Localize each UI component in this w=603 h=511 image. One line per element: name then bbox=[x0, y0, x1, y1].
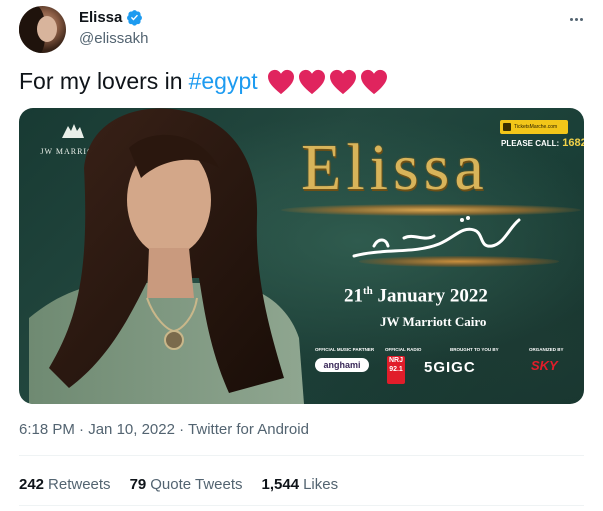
tweet-time[interactable]: 6:18 PM bbox=[19, 421, 75, 438]
nrj-logo: NRJ 92.1 bbox=[387, 356, 405, 384]
ticket-icon bbox=[503, 123, 511, 131]
tweet-media-image[interactable]: JW MARRIOTT TicketsMarche.com PLEASE CAL… bbox=[19, 108, 584, 404]
avatar[interactable] bbox=[19, 6, 66, 53]
please-call: PLEASE CALL:16826 bbox=[501, 137, 584, 149]
anghami-logo: anghami bbox=[315, 358, 369, 372]
heart-emojis bbox=[267, 69, 388, 95]
meta-separator: · bbox=[79, 421, 85, 438]
sponsor-label-organized: ORGANIZED BY bbox=[529, 347, 564, 352]
tweet-stats: 242 Retweets 79 Quote Tweets 1,544 Likes bbox=[19, 476, 338, 493]
please-call-label: PLEASE CALL: bbox=[501, 139, 560, 148]
retweets-count: 242 bbox=[19, 476, 45, 493]
poster-title: Elissa bbox=[301, 131, 489, 204]
likes-count: 1,544 bbox=[261, 476, 300, 493]
nrj-frequency: 92.1 bbox=[389, 366, 403, 373]
artist-portrait bbox=[29, 108, 304, 404]
author-display-name[interactable]: Elissa bbox=[79, 9, 122, 26]
tweet-body: For my lovers in bbox=[19, 68, 183, 94]
event-date-day: 21 bbox=[344, 285, 363, 307]
sponsor-label-brought: BROUGHT TO YOU BY bbox=[450, 347, 499, 352]
retweets-label: Retweets bbox=[48, 476, 111, 493]
tweet-source[interactable]: Twitter for Android bbox=[188, 421, 309, 438]
nrj-logo-text: NRJ bbox=[388, 357, 403, 364]
avatar-face bbox=[37, 16, 57, 42]
gold-glitter-stroke-2 bbox=[359, 256, 559, 267]
meta-separator: · bbox=[179, 421, 185, 438]
author-name-row: Elissa bbox=[79, 9, 143, 26]
sponsor-label-radio: OFFICIAL RADIO bbox=[385, 347, 422, 352]
red-heart-icon bbox=[298, 69, 325, 94]
quotes-count: 79 bbox=[129, 476, 147, 493]
event-date-rest: January 2022 bbox=[377, 285, 488, 307]
phone-number: 16826 bbox=[562, 137, 584, 149]
author-handle[interactable]: @elissakh bbox=[79, 30, 148, 47]
verified-badge-icon bbox=[127, 10, 143, 26]
likes-label: Likes bbox=[303, 476, 339, 493]
tweet-timestamp: 6:18 PM · Jan 10, 2022 · Twitter for And… bbox=[19, 421, 309, 438]
divider bbox=[19, 455, 584, 456]
divider bbox=[19, 505, 584, 506]
tickets-marche-badge: TicketsMarche.com bbox=[500, 120, 568, 134]
sponsor-strip: OFFICIAL MUSIC PARTNER OFFICIAL RADIO BR… bbox=[315, 347, 570, 397]
event-date: 21th January 2022 bbox=[344, 285, 488, 307]
tweet-text: For my lovers in #egypt bbox=[19, 68, 388, 95]
ticket-badge-text: TicketsMarche.com bbox=[514, 124, 558, 130]
channel-logo: 5GIGC bbox=[424, 359, 476, 376]
quotes-label: Quote Tweets bbox=[150, 476, 243, 493]
quote-tweets-stat[interactable]: 79 Quote Tweets bbox=[130, 476, 243, 493]
hashtag-link[interactable]: #egypt bbox=[189, 68, 258, 95]
retweets-stat[interactable]: 242 Retweets bbox=[19, 476, 111, 493]
red-heart-icon bbox=[329, 69, 356, 94]
more-options-icon[interactable] bbox=[566, 9, 586, 29]
event-venue: JW Marriott Cairo bbox=[380, 314, 487, 329]
sky-logo: SKY bbox=[531, 358, 558, 373]
tweet-date[interactable]: Jan 10, 2022 bbox=[88, 421, 175, 438]
red-heart-icon bbox=[360, 69, 387, 94]
red-heart-icon bbox=[267, 69, 294, 94]
event-date-suffix: th bbox=[363, 285, 373, 297]
sponsor-label-music: OFFICIAL MUSIC PARTNER bbox=[315, 347, 375, 352]
likes-stat[interactable]: 1,544 Likes bbox=[262, 476, 339, 493]
